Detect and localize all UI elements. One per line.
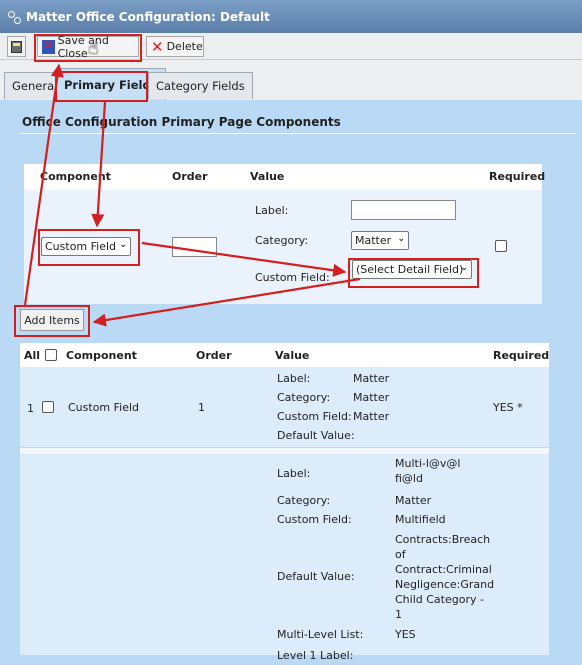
- delete-icon: ✕: [151, 37, 164, 56]
- custom-field-caption: Custom Field:: [255, 271, 330, 284]
- row-value-key: Category:: [277, 391, 331, 404]
- row-value-key: Multi-Level List:: [277, 628, 364, 641]
- highlight-component-select: [38, 229, 140, 266]
- row-value-key: Label:: [277, 372, 311, 385]
- category-select[interactable]: Matter ⌄: [351, 231, 409, 250]
- table-row[interactable]: Label: Multi-l@v@l fi@ld Category: Matte…: [20, 454, 549, 662]
- header-value: Value: [250, 170, 285, 183]
- highlight-add-items: [14, 305, 90, 337]
- delete-label: Delete: [166, 40, 203, 53]
- row-value-val: Matter: [353, 410, 390, 423]
- form-icon: [11, 40, 22, 53]
- row-value-key: Default Value:: [277, 429, 355, 442]
- required-checkbox[interactable]: [495, 240, 507, 252]
- row-value-val: Matter: [395, 494, 432, 507]
- row-value-key: Category:: [277, 494, 331, 507]
- highlight-custom-field-select: [348, 258, 479, 288]
- panel-header: Component Order Value Required: [24, 164, 546, 190]
- list-header: All Component Order Value Required: [20, 343, 549, 367]
- row-value-val: Contracts:Breach of Contract:Criminal Ne…: [395, 533, 495, 621]
- order-input[interactable]: [172, 237, 217, 257]
- row-value-val: Matter: [353, 391, 390, 404]
- highlight-primary-fields-tab: [55, 71, 148, 102]
- list-header-all: All: [24, 349, 41, 362]
- row-order: 1: [198, 401, 205, 414]
- list-header-value: Value: [275, 349, 310, 362]
- category-select-value: Matter: [355, 234, 392, 247]
- select-all-checkbox[interactable]: [45, 349, 57, 361]
- row-value-key: Custom Field:: [277, 410, 352, 423]
- section-divider: [20, 133, 576, 134]
- tab-category-fields-label: Category Fields: [156, 79, 245, 93]
- row-value-key: Custom Field:: [277, 513, 352, 526]
- window-title: Matter Office Configuration: Default: [26, 9, 270, 24]
- list-header-order: Order: [196, 349, 232, 362]
- window-titlebar: Matter Office Configuration: Default: [0, 0, 582, 33]
- list-header-required: Required: [493, 349, 550, 362]
- content-area: Office Configuration Primary Page Compon…: [0, 100, 582, 662]
- header-order: Order: [172, 170, 208, 183]
- row-value-val: Multi-l@v@l fi@ld: [395, 457, 461, 485]
- row-value-key: Level 1 Label:: [277, 649, 354, 662]
- list-header-component: Component: [66, 349, 137, 362]
- app-icon: [8, 10, 22, 24]
- row-value-val: Multifield: [395, 513, 446, 526]
- highlight-save-and-close: [34, 34, 142, 62]
- form-view-button[interactable]: [7, 36, 26, 57]
- row-value-key: Default Value:: [277, 570, 355, 583]
- row-required: YES *: [493, 401, 523, 414]
- row-value-val: YES: [395, 628, 416, 641]
- category-caption: Category:: [255, 234, 309, 247]
- row-number: 1: [27, 402, 34, 415]
- section-title: Office Configuration Primary Page Compon…: [22, 115, 341, 129]
- row-value-val: Matter: [353, 372, 390, 385]
- label-caption: Label:: [255, 204, 289, 217]
- row-checkbox[interactable]: [42, 401, 54, 413]
- tab-general-label: General: [12, 79, 58, 93]
- row-component: Custom Field: [68, 401, 140, 414]
- delete-button[interactable]: ✕ Delete: [146, 36, 204, 57]
- label-input[interactable]: [351, 200, 456, 220]
- tab-category-fields[interactable]: Category Fields: [148, 72, 253, 99]
- row-value-key: Label:: [277, 467, 311, 480]
- chevron-down-icon: ⌄: [397, 234, 405, 244]
- header-required: Required: [489, 170, 546, 183]
- table-row[interactable]: 1 Custom Field 1 Label: Matter Category:…: [20, 367, 549, 447]
- header-component: Component: [40, 170, 111, 183]
